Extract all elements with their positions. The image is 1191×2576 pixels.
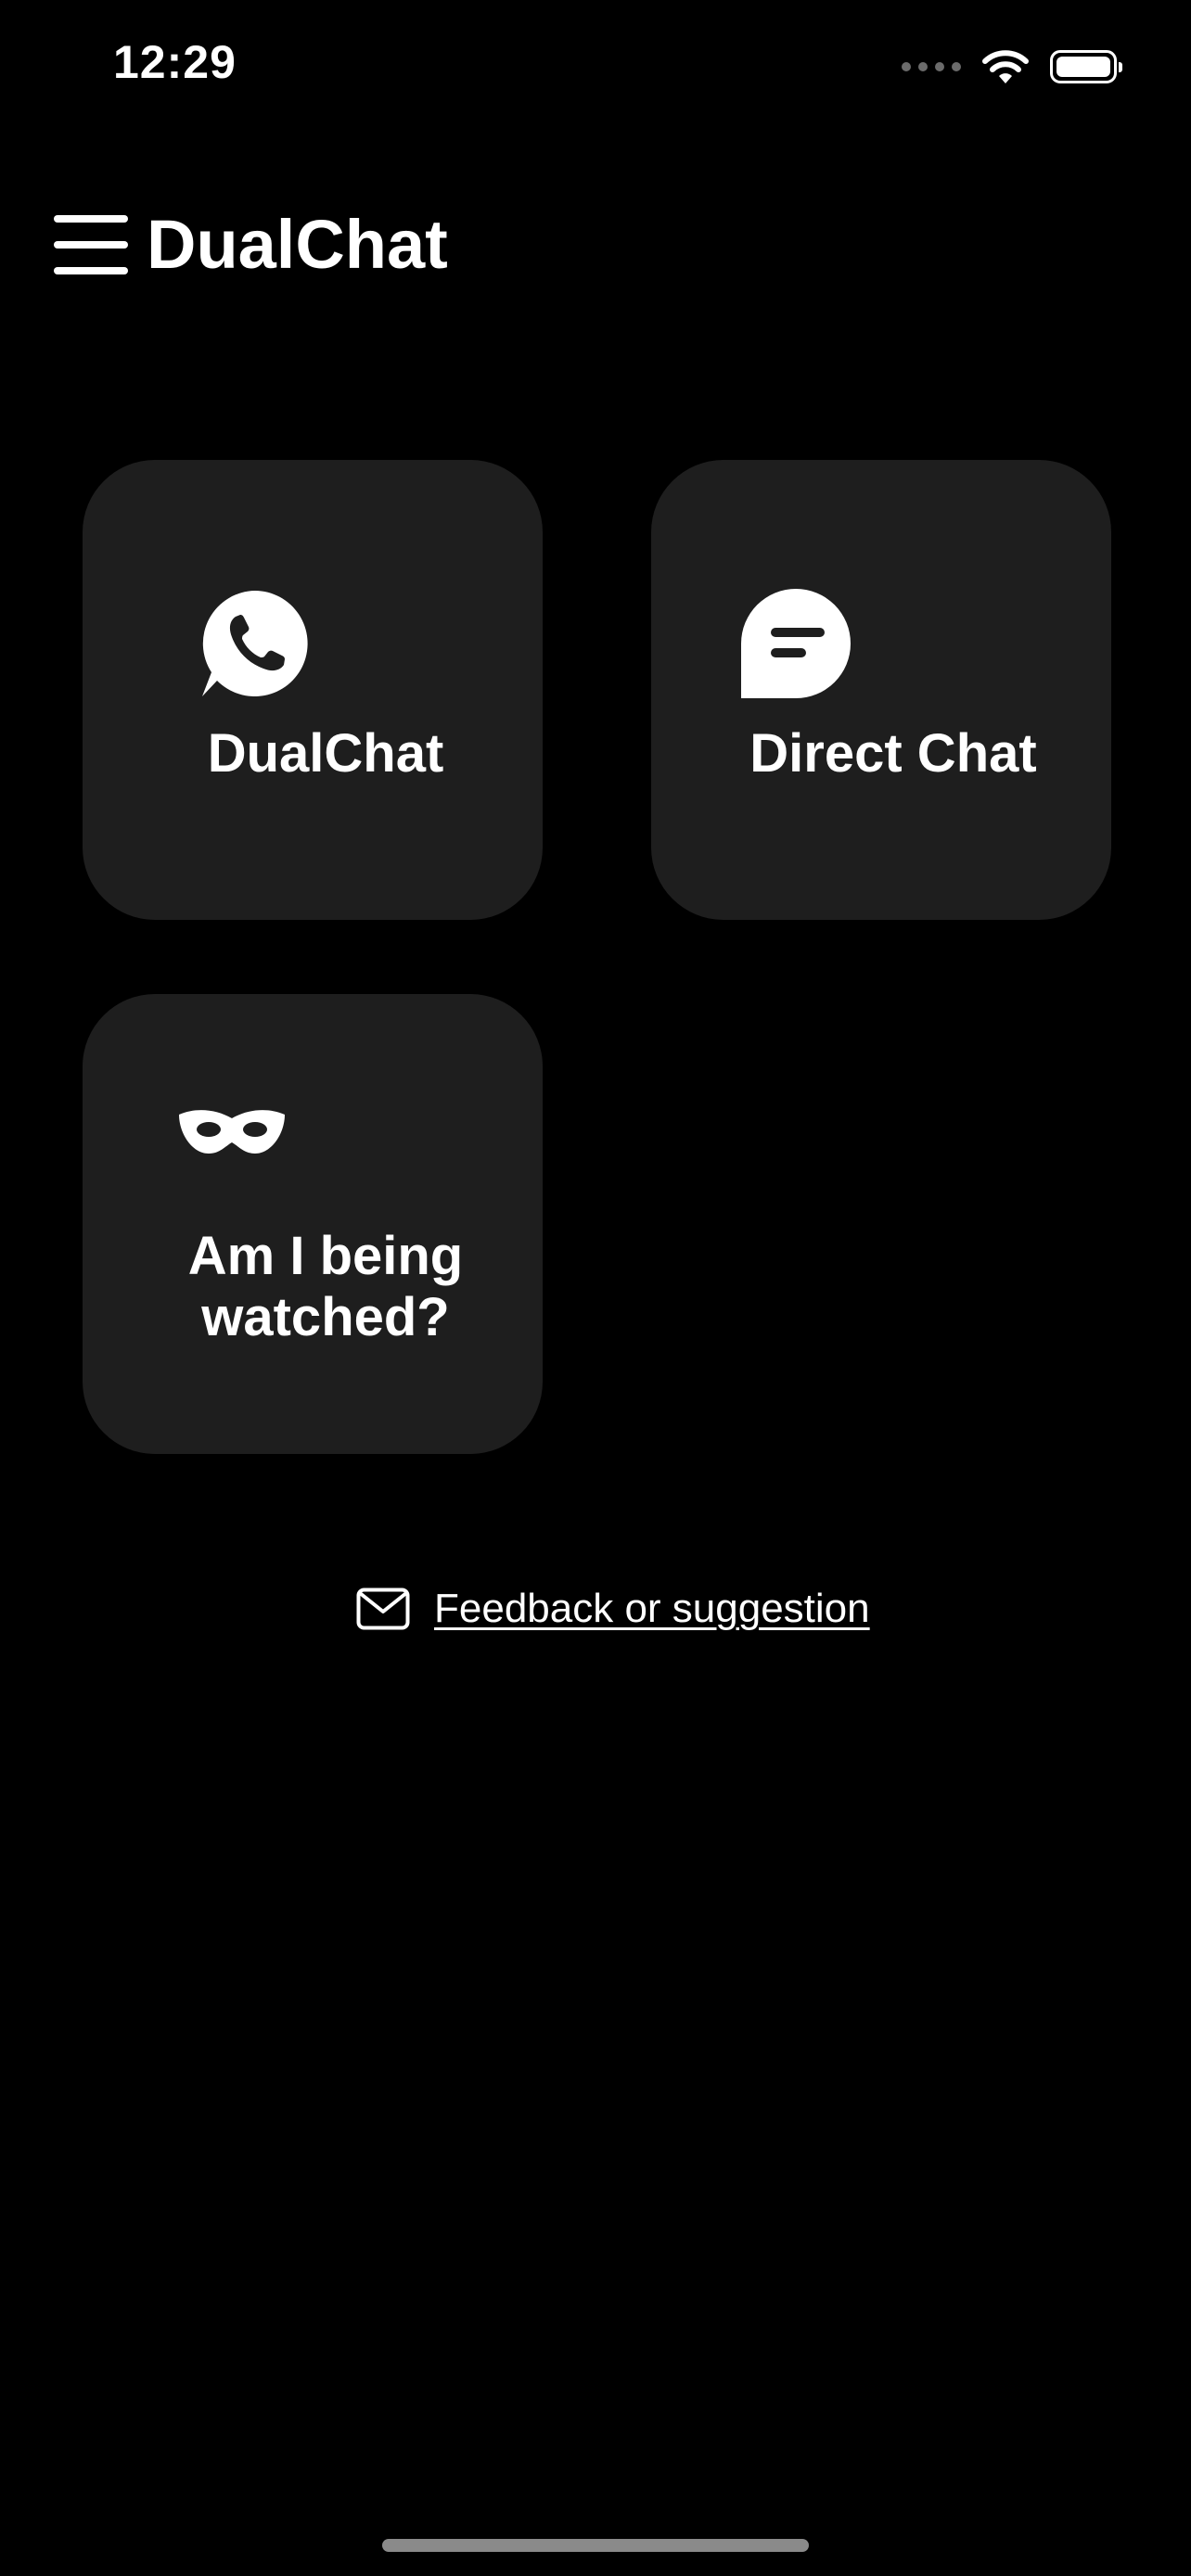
battery-icon [1050,50,1122,83]
chat-bubble-icon [741,589,851,698]
feedback-link[interactable]: Feedback or suggestion [356,1586,870,1632]
whatsapp-phone-icon [202,591,308,696]
status-time: 12:29 [113,36,237,88]
app-title: DualChat [147,206,448,283]
tile-direct-chat[interactable]: Direct Chat [651,460,1111,920]
mask-icon [179,1110,285,1154]
feedback-link-label: Feedback or suggestion [434,1586,870,1631]
status-indicators [902,45,1122,89]
home-indicator[interactable] [382,2539,809,2552]
tile-direct-chat-label: Direct Chat [749,723,1037,784]
tile-am-i-being-watched-label: Am I being watched? [187,1226,464,1347]
cellular-signal-icon [902,62,961,71]
hamburger-menu-icon[interactable] [54,215,128,274]
tile-dualchat[interactable]: DualChat [83,460,543,920]
tile-am-i-being-watched[interactable]: Am I being watched? [83,994,543,1454]
wifi-icon [982,50,1029,83]
tile-dualchat-label: DualChat [207,723,444,784]
envelope-icon [356,1588,410,1630]
